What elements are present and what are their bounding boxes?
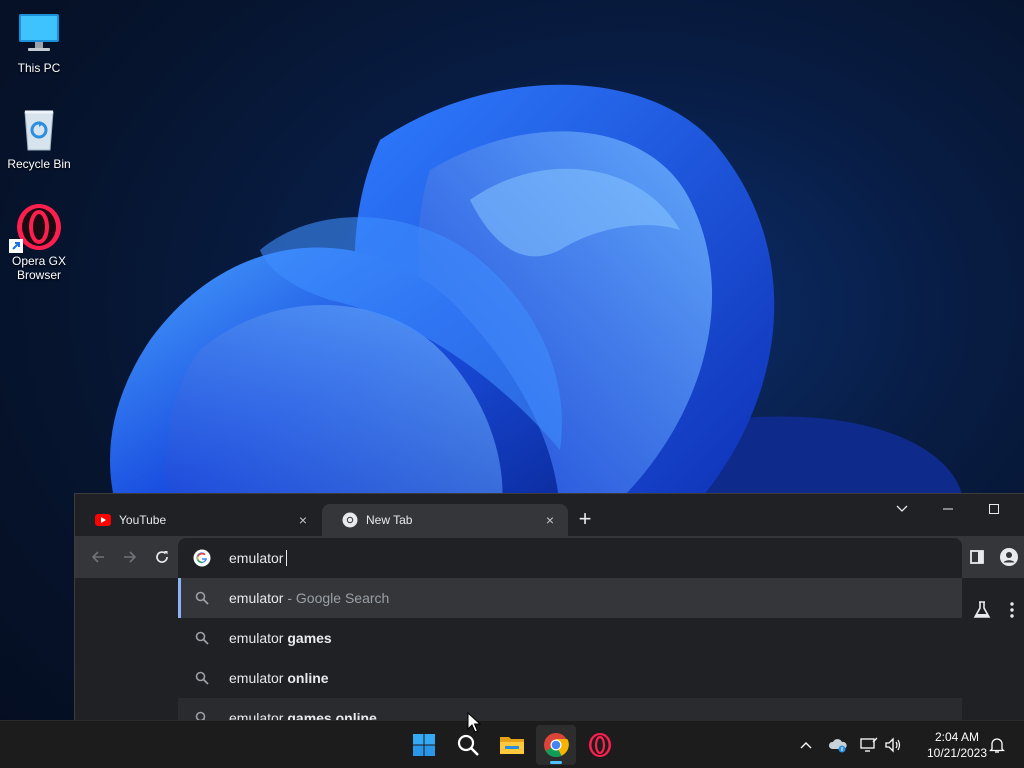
tab-search-button[interactable] <box>879 494 925 524</box>
search-icon <box>195 591 209 605</box>
chrome-taskbar-button[interactable] <box>536 725 576 765</box>
chrome-window: YouTube × New Tab × + emulator emulator … <box>74 493 1024 721</box>
monitor-icon <box>15 10 63 58</box>
reload-button[interactable] <box>147 542 177 572</box>
suggestion-item[interactable]: emulator online <box>178 658 962 698</box>
desktop-icon-label: This PC <box>17 61 61 75</box>
labs-button[interactable] <box>968 596 996 624</box>
network-icon <box>860 737 878 752</box>
search-icon <box>457 734 479 756</box>
chrome-icon <box>544 733 569 758</box>
youtube-icon <box>95 514 111 526</box>
address-bar[interactable]: emulator <box>178 538 962 578</box>
more-vertical-icon <box>1010 602 1014 618</box>
new-tab-page-left <box>75 578 178 721</box>
search-icon <box>195 631 209 645</box>
new-tab-page-right <box>962 578 1024 721</box>
chrome-icon <box>342 512 358 528</box>
volume-button[interactable] <box>882 733 904 757</box>
chevron-up-icon <box>800 742 812 749</box>
file-explorer-icon <box>500 737 524 754</box>
suggestion-item[interactable]: emulator games online <box>178 698 962 721</box>
profile-button[interactable] <box>994 542 1024 572</box>
suggestion-completion: online <box>287 670 329 686</box>
suggestion-completion: games <box>287 630 332 646</box>
desktop-icon-label: Recycle Bin <box>7 157 71 171</box>
tab-title: New Tab <box>366 513 413 527</box>
suggestion-item[interactable]: emulator games <box>178 618 962 658</box>
suggestion-item[interactable]: emulator - Google Search <box>178 578 962 618</box>
suggestion-hint: - Google Search <box>287 590 390 606</box>
back-button[interactable] <box>83 542 113 572</box>
desktop-icon-this-pc[interactable]: This PC <box>4 10 74 75</box>
text-caret <box>286 550 288 566</box>
taskbar: 2:04 AM 10/21/2023 <box>0 720 1024 768</box>
close-icon[interactable]: × <box>542 512 558 528</box>
tab-youtube[interactable]: YouTube × <box>75 504 321 536</box>
google-icon <box>193 549 211 567</box>
reload-icon <box>156 551 168 563</box>
search-icon <box>195 671 209 685</box>
forward-button[interactable] <box>115 542 145 572</box>
network-button[interactable] <box>858 733 880 757</box>
maximize-icon <box>989 504 999 514</box>
shortcut-arrow-icon <box>9 239 23 253</box>
opera-gx-taskbar-button[interactable] <box>580 725 620 765</box>
flask-icon <box>973 601 991 618</box>
menu-button[interactable] <box>1004 596 1020 624</box>
onedrive-icon <box>828 739 847 753</box>
desktop-icon-label: Opera GX Browser <box>11 254 67 282</box>
tab-title: YouTube <box>119 513 167 527</box>
desktop-icon-opera-gx[interactable]: Opera GX Browser <box>4 203 74 282</box>
volume-icon <box>885 737 901 753</box>
show-hidden-icons-button[interactable] <box>796 733 816 757</box>
opera-gx-icon <box>589 733 611 757</box>
onedrive-button[interactable] <box>826 733 850 757</box>
bell-icon <box>989 738 1005 753</box>
side-panel-icon <box>970 550 984 564</box>
desktop-icon-recycle-bin[interactable]: Recycle Bin <box>4 106 74 171</box>
suggestion-query: emulator <box>229 670 288 686</box>
mouse-cursor-icon <box>467 712 481 733</box>
start-button[interactable] <box>404 725 444 765</box>
close-icon[interactable]: × <box>295 512 311 528</box>
chevron-down-icon <box>896 505 908 512</box>
address-bar-text: emulator <box>229 550 284 566</box>
suggestion-query: emulator <box>229 630 288 646</box>
maximize-button[interactable] <box>971 494 1017 524</box>
browser-toolbar: emulator <box>75 536 1024 578</box>
minimize-button[interactable] <box>925 494 971 524</box>
arrow-left-icon <box>91 551 104 563</box>
profile-icon <box>1000 548 1018 566</box>
omnibox-suggestions: emulator - Google Search emulator games … <box>178 578 962 721</box>
side-panel-button[interactable] <box>962 542 992 572</box>
notifications-button[interactable] <box>986 733 1008 757</box>
minimize-icon <box>943 508 953 510</box>
recycle-bin-icon <box>15 106 63 154</box>
tab-strip: YouTube × New Tab × + <box>75 494 1024 536</box>
windows-start-icon <box>413 734 435 756</box>
opera-gx-icon <box>9 203 63 253</box>
new-tab-button[interactable]: + <box>573 508 597 532</box>
file-explorer-button[interactable] <box>492 725 532 765</box>
tab-new-tab[interactable]: New Tab × <box>322 504 568 536</box>
suggestion-query: emulator <box>229 590 284 606</box>
arrow-right-icon <box>124 551 137 563</box>
